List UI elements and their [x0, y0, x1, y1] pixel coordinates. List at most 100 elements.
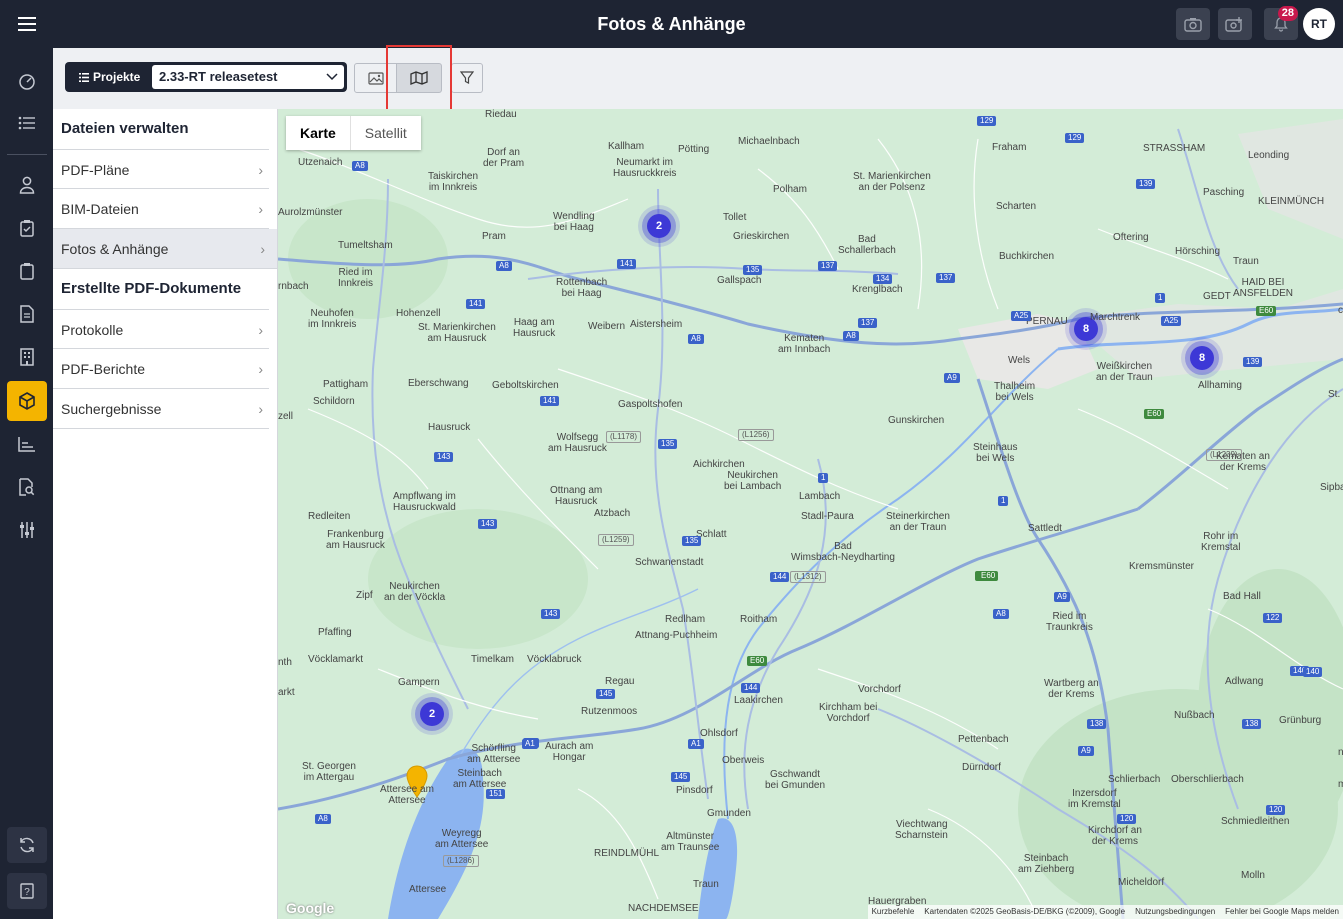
sidebar-item-pdf-plans[interactable]: PDF-Pläne › [53, 149, 269, 189]
road-label: E60 [747, 656, 768, 666]
project-label: Projekte [93, 70, 141, 84]
road-label: (L1178) [606, 431, 641, 443]
place-label: Pettenbach [958, 734, 1009, 745]
road-label: 137 [936, 273, 956, 283]
building-icon[interactable] [7, 337, 47, 377]
sidebar-item-protocols[interactable]: Protokolle › [53, 309, 269, 349]
notification-badge: 28 [1277, 6, 1298, 21]
dashboard-icon[interactable] [7, 61, 47, 101]
road-label: E60 [978, 571, 999, 581]
road-label: 122 [1263, 613, 1283, 623]
file-sidebar: Dateien verwalten PDF-Pläne › BIM-Dateie… [53, 109, 278, 919]
place-label: Michaelnbach [738, 136, 800, 147]
avatar[interactable]: RT [1303, 8, 1335, 40]
photo-cluster-marker[interactable]: 8 [1190, 346, 1214, 370]
photo-cluster-marker[interactable]: 2 [420, 702, 444, 726]
sidebar-item-bim-files[interactable]: BIM-Dateien › [53, 189, 269, 229]
place-label: Ried im Traunkreis [1046, 611, 1093, 633]
place-label: Lambach [799, 491, 841, 502]
svg-text:?: ? [24, 887, 30, 898]
camera-button[interactable] [1176, 8, 1210, 40]
sidebar-item-photos-attachments[interactable]: Fotos & Anhänge › [53, 229, 277, 269]
sync-icon[interactable] [7, 827, 47, 863]
place-label: STRASSHAM [1143, 143, 1206, 154]
place-label: Rohr im Kremstal [1201, 531, 1241, 553]
created-documents-heading: Erstellte PDF-Dokumente [61, 280, 242, 297]
search-document-icon[interactable] [7, 467, 47, 507]
place-label: Bad Hall [1223, 591, 1261, 602]
place-label: Hauergraben [868, 896, 927, 907]
project-dropdown[interactable]: 2.33-RT releasetest [152, 65, 344, 89]
map-type-satellite-button[interactable]: Satellit [351, 116, 421, 150]
place-label: Haag am Hausruck [513, 317, 556, 339]
place-label: REINDLMÜHL [594, 848, 660, 859]
place-label: Wels [1008, 355, 1031, 366]
document-icon[interactable] [7, 294, 47, 334]
map-type-map-button[interactable]: Karte [286, 116, 351, 150]
road-label: 140 [1303, 667, 1323, 677]
settings-sliders-icon[interactable] [7, 510, 47, 550]
place-label: Pattigham [323, 379, 369, 390]
chevron-right-icon: › [258, 322, 263, 338]
road-label: A8 [993, 609, 1009, 619]
menu-icon[interactable] [10, 10, 44, 38]
place-label: Polham [773, 184, 807, 195]
road-label: 144 [741, 683, 761, 693]
filter-button[interactable] [451, 63, 483, 93]
place-label: St. Marien [1328, 389, 1341, 400]
clipboard-check-icon[interactable] [7, 208, 47, 248]
shortcuts-link[interactable]: Kurzbefehle [872, 905, 915, 919]
place-label: Molln [1241, 870, 1265, 881]
chart-icon[interactable] [7, 424, 47, 464]
help-icon[interactable]: ? [7, 873, 47, 909]
photo-cluster-marker[interactable]: 2 [647, 214, 671, 238]
road-label: 137 [818, 261, 838, 271]
road-label: 143 [434, 452, 454, 462]
place-label: Schörfling am Attersee [467, 743, 521, 765]
sidebar-item-pdf-reports[interactable]: PDF-Berichte › [53, 349, 269, 389]
files-cube-icon[interactable] [7, 381, 47, 421]
place-label: Rottenbach bei Haag [556, 277, 608, 299]
place-label: Aichkirchen [693, 459, 745, 470]
place-label: Schildorn [313, 396, 355, 407]
place-label: Vöcklamarkt [308, 654, 364, 665]
image-icon [367, 71, 384, 85]
place-label: HAID BEI ANSFELDEN [1233, 277, 1294, 299]
user-icon[interactable] [7, 165, 47, 205]
list-icon[interactable] [7, 103, 47, 143]
place-label: Weißkirchen an der Traun [1096, 361, 1153, 383]
place-label: Hausruck [428, 422, 471, 433]
road-label: 141 [540, 396, 560, 406]
chevron-right-icon: › [258, 162, 263, 178]
place-label: Ottnang am Hausruck [550, 485, 603, 507]
place-label: Sipbachzell [1320, 482, 1343, 493]
place-label: arkt [278, 687, 295, 698]
place-label: Inzersdorf im Kremstal [1068, 788, 1121, 810]
notifications-button[interactable]: 28 [1264, 6, 1298, 40]
place-label: Vorchdorf [858, 684, 901, 695]
place-label: Attersee am Attersee [380, 784, 434, 806]
map-type-switch: Karte Satellit [286, 116, 421, 150]
road-label: 141 [617, 259, 637, 269]
map-view[interactable]: Karte Satellit 2 8 8 2 Google Kurzbefehl… [278, 109, 1343, 919]
place-label: Geboltskirchen [492, 380, 559, 391]
upload-photo-button[interactable] [1218, 8, 1252, 40]
chevron-right-icon: › [258, 401, 263, 417]
place-label: Fraham [992, 142, 1027, 153]
report-error-link[interactable]: Fehler bei Google Maps melden [1225, 905, 1339, 919]
place-label: Taiskirchen im Innkreis [428, 171, 479, 193]
place-label: Kirchham bei Vorchdorf [819, 702, 878, 724]
road-label: A9 [1078, 746, 1094, 756]
sidebar-item-search-results[interactable]: Suchergebnisse › [53, 389, 269, 429]
place-label: Vöcklabruck [527, 654, 582, 665]
place-label: Allhaming [1198, 380, 1242, 391]
road-label: A8 [496, 261, 512, 271]
chevron-right-icon: › [258, 361, 263, 377]
place-label: nen [1338, 747, 1343, 758]
place-label: Pasching [1203, 187, 1245, 198]
place-label: Rutzenmoos [581, 706, 638, 717]
place-label: Scharnstein [895, 830, 948, 841]
terms-link[interactable]: Nutzungsbedingungen [1135, 905, 1215, 919]
road-label: 120 [1117, 814, 1137, 824]
clipboard-icon[interactable] [7, 251, 47, 291]
